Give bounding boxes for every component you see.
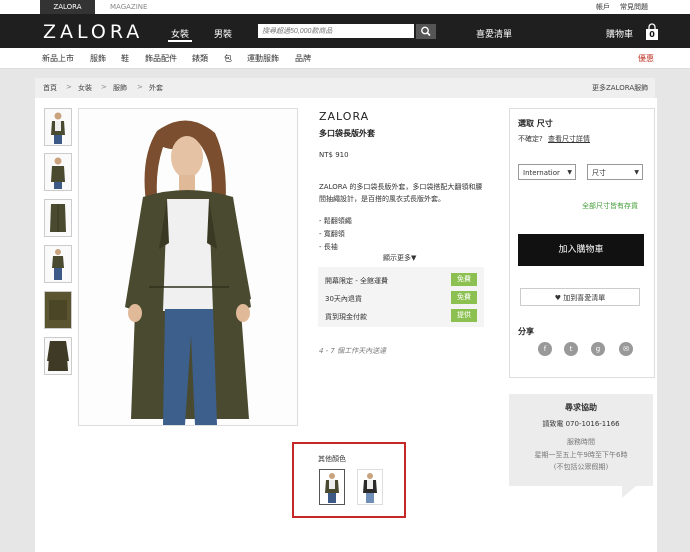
- size-region-value: Internatior: [523, 169, 560, 177]
- size-question: 不確定?: [518, 135, 543, 143]
- category-shoes[interactable]: 鞋: [121, 53, 129, 64]
- stock-status: 全部尺寸皆有存貨: [582, 202, 638, 210]
- twitter-icon[interactable]: t: [564, 342, 578, 356]
- add-to-wishlist-label: 加到喜愛清單: [563, 294, 606, 302]
- account-link[interactable]: 帳戶: [596, 0, 610, 14]
- facebook-icon[interactable]: f: [538, 342, 552, 356]
- product-name: 多口袋長版外套: [319, 129, 375, 138]
- search-icon: [421, 26, 431, 37]
- cart-count: 0: [649, 30, 655, 39]
- add-to-cart-button[interactable]: 加入購物車: [518, 234, 644, 266]
- show-more-link[interactable]: 顯示更多▼: [383, 253, 416, 263]
- other-colors-title: 其他顏色: [318, 455, 346, 463]
- size-value: 尺寸: [592, 169, 606, 177]
- help-hours-title: 服務時間: [567, 438, 595, 446]
- category-sportswear[interactable]: 運動服飾: [247, 53, 279, 64]
- perk-label: 貨到現金付款: [325, 313, 367, 321]
- breadcrumb-separator: >: [101, 83, 107, 91]
- sale-link[interactable]: 優惠: [638, 53, 654, 64]
- add-to-wishlist-button[interactable]: ♥ 加到喜愛清單: [520, 288, 640, 306]
- search-input[interactable]: [258, 24, 414, 38]
- google-plus-icon[interactable]: g: [591, 342, 605, 356]
- breadcrumb-jackets: 外套: [149, 84, 163, 92]
- product-main-image[interactable]: [78, 108, 298, 426]
- perk-badge: 免費: [451, 291, 477, 304]
- model-photo: [79, 109, 297, 425]
- product-thumbnail[interactable]: [44, 199, 72, 237]
- wishlist-link[interactable]: 喜愛清單: [476, 27, 512, 40]
- breadcrumb: [35, 78, 655, 98]
- help-title: 尋求協助: [565, 403, 597, 412]
- top-utility-bar: [0, 0, 690, 14]
- feature-item: - 長袖: [319, 243, 338, 251]
- size-region-select[interactable]: Internatior ▼: [518, 164, 576, 180]
- other-colors-highlight: [292, 442, 406, 518]
- breadcrumb-separator: >: [137, 83, 143, 91]
- shipping-estimate: 4 - 7 個工作天內送達: [319, 347, 387, 355]
- more-brand-link[interactable]: 更多ZALORA服飾: [592, 83, 648, 93]
- product-thumbnail[interactable]: [44, 245, 72, 283]
- help-phone[interactable]: 請致電 070-1016-1166: [509, 419, 653, 429]
- email-icon[interactable]: ✉: [619, 342, 633, 356]
- color-option[interactable]: [319, 469, 345, 505]
- help-note: (不包括公眾假期): [553, 463, 609, 471]
- caret-down-icon: ▼: [634, 169, 639, 176]
- category-watches[interactable]: 錶類: [192, 53, 208, 64]
- search-button[interactable]: [416, 24, 436, 39]
- breadcrumb-women[interactable]: 女裝: [78, 83, 92, 93]
- perk-label: 開幕限定 - 全館運費: [325, 277, 388, 285]
- category-brands[interactable]: 品牌: [295, 53, 311, 64]
- category-new[interactable]: 新品上市: [42, 53, 74, 64]
- active-nav-indicator: [168, 40, 192, 42]
- caret-down-icon: ▼: [567, 169, 572, 176]
- product-thumbnail[interactable]: [44, 108, 72, 146]
- breadcrumb-separator: >: [66, 83, 72, 91]
- zalora-logo[interactable]: ZALORA: [43, 20, 143, 44]
- tab-zalora[interactable]: ZALORA: [40, 0, 95, 14]
- product-description: ZALORA 的多口袋長版外套，多口袋搭配大翻領和腰間抽繩設計，是百搭的風衣式長…: [319, 183, 483, 203]
- perk-badge: 免費: [451, 273, 477, 286]
- feature-item: - 鬆翻領繩: [319, 217, 352, 225]
- heart-icon: ♥: [554, 294, 562, 302]
- perk-badge: 提供: [451, 309, 477, 322]
- product-brand[interactable]: ZALORA: [319, 110, 369, 123]
- color-option[interactable]: [357, 469, 383, 505]
- nav-men[interactable]: 男裝: [214, 27, 232, 40]
- tab-magazine[interactable]: MAGAZINE: [110, 0, 147, 14]
- perk-label: 30天內退貨: [325, 295, 362, 303]
- product-price: NT$ 910: [319, 151, 349, 159]
- size-guide-link[interactable]: 查看尺寸詳情: [548, 134, 590, 144]
- share-title: 分享: [518, 327, 534, 336]
- product-thumbnail[interactable]: [44, 291, 72, 329]
- product-thumbnail[interactable]: [44, 337, 72, 375]
- cart-link[interactable]: 購物車: [606, 27, 633, 40]
- cart-icon[interactable]: 0: [644, 23, 660, 41]
- category-clothing[interactable]: 服飾: [90, 53, 106, 64]
- help-hours: 星期一至五上午9時至下午6時: [534, 451, 628, 459]
- faq-link[interactable]: 常見問題: [620, 0, 648, 14]
- help-box-tail: [622, 486, 636, 498]
- product-thumbnail[interactable]: [44, 153, 72, 191]
- breadcrumb-home[interactable]: 首頁: [43, 83, 57, 93]
- nav-women[interactable]: 女裝: [171, 27, 189, 40]
- category-accessories[interactable]: 飾品配件: [145, 53, 177, 64]
- category-bags[interactable]: 包: [224, 53, 232, 64]
- size-select[interactable]: 尺寸 ▼: [587, 164, 643, 180]
- size-title: 選取 尺寸: [518, 119, 553, 128]
- feature-item: - 寬翻領: [319, 230, 345, 238]
- breadcrumb-clothing[interactable]: 服飾: [113, 83, 127, 93]
